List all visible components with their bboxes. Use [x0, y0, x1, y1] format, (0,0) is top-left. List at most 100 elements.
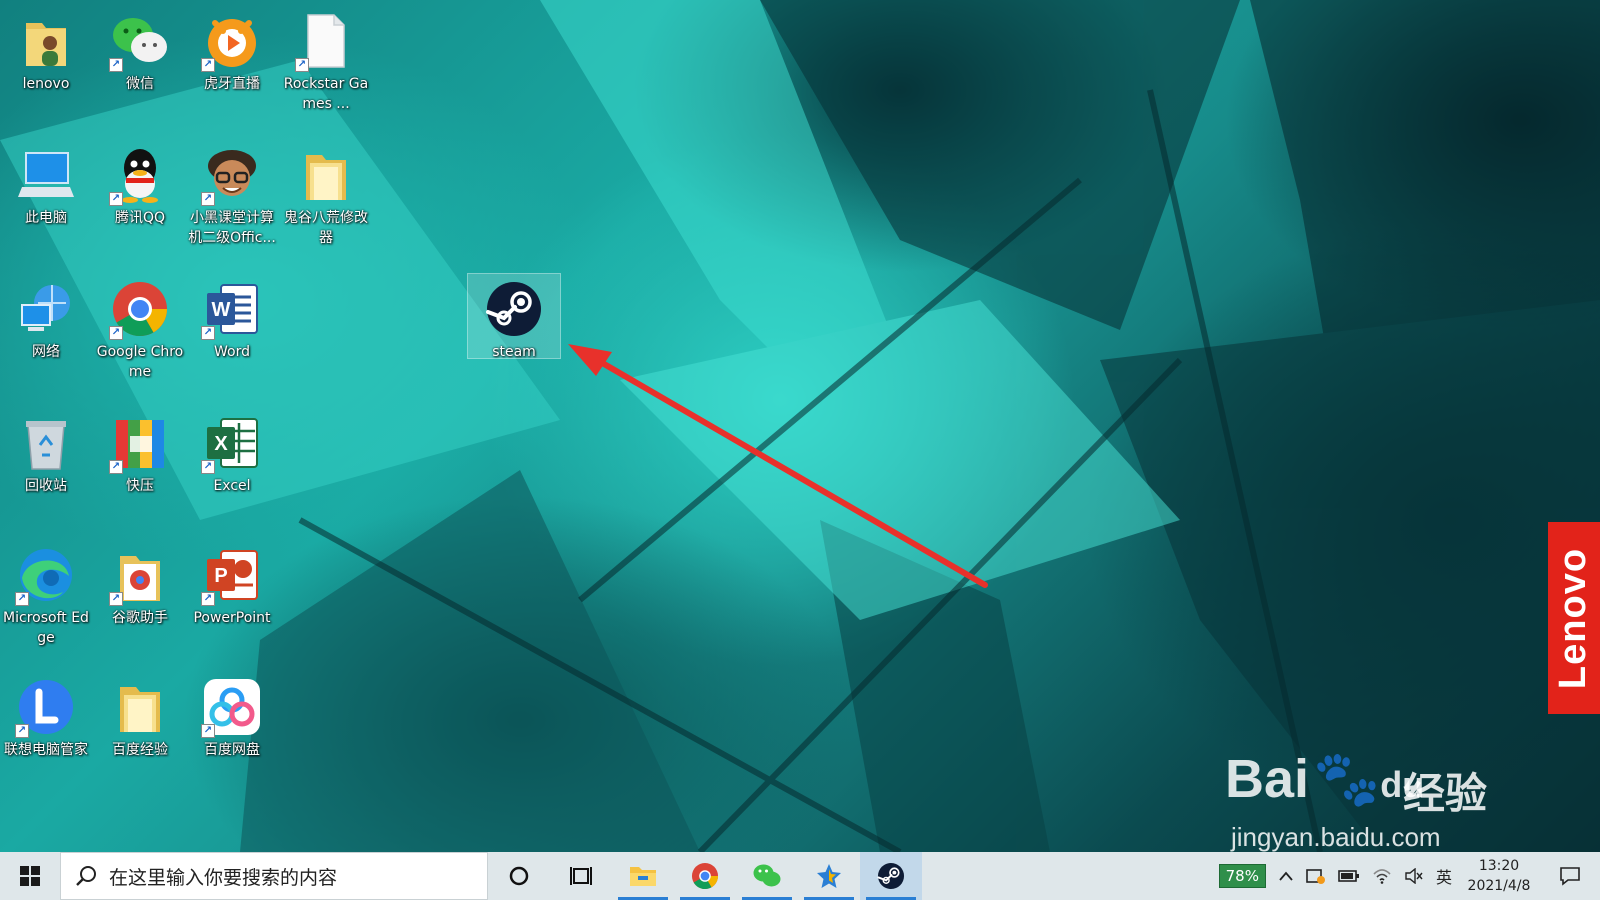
tray-volume[interactable] [1398, 852, 1430, 900]
document-icon: ↗ [295, 12, 355, 72]
paw-icon: 🐾 [1313, 749, 1381, 809]
lenovo-manager-icon: ↗ [15, 678, 75, 738]
shortcut-arrow-icon: ↗ [201, 592, 215, 606]
desktop-icon-label: Microsoft Edge [3, 610, 89, 646]
desktop-icon-recycle-bin[interactable]: 回收站 [0, 408, 92, 536]
desktop-icon-powerpoint[interactable]: P ↗ PowerPoint [186, 540, 278, 668]
desktop-icon-baidu-netdisk[interactable]: ↗ 百度网盘 [186, 672, 278, 800]
desktop-icon-label: 微信 [126, 76, 154, 92]
cartoon-avatar-icon: ↗ [201, 146, 261, 206]
desktop-icon-baidu-jingyan[interactable]: 百度经验 [94, 672, 186, 800]
tray-battery[interactable] [1332, 852, 1366, 900]
input-method-text: 英 [1435, 868, 1452, 887]
desktop-icon-huya[interactable]: ↗ 虎牙直播 [186, 6, 278, 134]
recycle-bin-icon [17, 414, 75, 472]
steam-icon [877, 862, 905, 890]
wechat-icon: ↗ [109, 12, 169, 72]
cortana-circle-icon [509, 866, 529, 886]
desktop-icon-this-pc[interactable]: 此电脑 [0, 140, 92, 268]
desktop-icon-label: 快压 [126, 478, 154, 494]
desktop-icon-lenovo-manager[interactable]: ↗ 联想电脑管家 [0, 672, 92, 800]
battery-percent-text: 78% [1218, 864, 1266, 888]
desktop-icon-tencent-qq[interactable]: ↗ 腾讯QQ [94, 140, 186, 268]
taskbar-chrome[interactable] [674, 852, 736, 900]
shortcut-arrow-icon: ↗ [109, 592, 123, 606]
volume-muted-icon [1405, 868, 1423, 884]
network-icon [17, 280, 75, 338]
battery-icon [1338, 870, 1359, 882]
baidu-jingyan-watermark: Bai🐾du 经验 jingyan.baidu.com [1225, 730, 1525, 855]
user-folder-icon [17, 12, 75, 70]
folder-icon [111, 678, 169, 736]
desktop-icon-wechat[interactable]: ↗ 微信 [94, 6, 186, 134]
taskbar-star-app[interactable] [798, 852, 860, 900]
desktop-icon-label: Excel [213, 478, 251, 494]
desktop-icon-microsoft-edge[interactable]: ↗ Microsoft Edge [0, 540, 92, 668]
shortcut-arrow-icon: ↗ [15, 592, 29, 606]
desktop-icon-label: 百度网盘 [204, 742, 260, 758]
svg-text:X: X [214, 433, 228, 455]
shortcut-arrow-icon: ↗ [201, 724, 215, 738]
desktop-icon-xiaohei-course[interactable]: ↗ 小黑课堂计算机二级Offic... [186, 140, 278, 268]
lenovo-brand-tag: Lenovo [1548, 522, 1600, 714]
shortcut-arrow-icon: ↗ [109, 460, 123, 474]
desktop-icon-label: Rockstar Games ... [283, 76, 369, 112]
qq-icon: ↗ [109, 146, 169, 206]
taskbar-file-explorer[interactable] [612, 852, 674, 900]
computer-icon [17, 146, 75, 204]
star-app-icon [817, 864, 841, 888]
folder-icon [297, 146, 355, 204]
desktop-icon-label: 百度经验 [112, 742, 168, 758]
chrome-icon: ↗ [109, 280, 169, 340]
search-icon [76, 866, 96, 886]
tray-wifi[interactable] [1366, 852, 1398, 900]
desktop-icon-label: 腾讯QQ [114, 210, 166, 226]
wechat-icon [753, 864, 781, 887]
start-button[interactable] [0, 852, 60, 900]
desktop-icon-label: 此电脑 [25, 210, 67, 226]
shortcut-arrow-icon: ↗ [15, 724, 29, 738]
tray-input-method[interactable]: 英 [1430, 852, 1458, 900]
desktop-icon-kuaiya[interactable]: ↗ 快压 [94, 408, 186, 536]
desktop-icon-excel[interactable]: X ↗ Excel [186, 408, 278, 536]
svg-text:P: P [214, 565, 227, 587]
desktop-icon-label: 小黑课堂计算机二级Offic... [188, 210, 276, 246]
cortana-button[interactable] [488, 852, 550, 900]
desktop-icon-lenovo[interactable]: lenovo [0, 6, 92, 134]
shortcut-arrow-icon: ↗ [201, 192, 215, 206]
shortcut-arrow-icon: ↗ [109, 58, 123, 72]
lenovo-brand-text: Lenovo [1552, 547, 1595, 689]
desktop-icon-guigu-modifier[interactable]: 鬼谷八荒修改器 [280, 140, 372, 268]
shortcut-arrow-icon: ↗ [201, 326, 215, 340]
kuaiya-icon: ↗ [109, 414, 169, 474]
word-icon: W ↗ [201, 280, 261, 340]
taskbar: 在这里输入你要搜索的内容 78% 英 13:20 2021/4/8 [0, 852, 1600, 900]
notification-center-button[interactable] [1540, 852, 1600, 900]
taskbar-wechat[interactable] [736, 852, 798, 900]
desktop-icon-rockstar-games[interactable]: ↗ Rockstar Games ... [280, 6, 372, 134]
notification-icon [1560, 867, 1580, 886]
desktop-icon-label: steam [492, 344, 536, 360]
tray-app-icon[interactable] [1300, 852, 1332, 900]
desktop-icon-google-chrome[interactable]: ↗ Google Chrome [94, 274, 186, 402]
desktop-icon-label: 谷歌助手 [112, 610, 168, 626]
chevron-up-icon [1279, 871, 1293, 881]
desktop-icon-word[interactable]: W ↗ Word [186, 274, 278, 402]
taskbar-steam[interactable] [860, 852, 922, 900]
clock-date: 2021/4/8 [1467, 878, 1531, 894]
taskbar-search-box[interactable]: 在这里输入你要搜索的内容 [60, 852, 488, 900]
desktop-icon-google-helper[interactable]: ↗ 谷歌助手 [94, 540, 186, 668]
tray-clock[interactable]: 13:20 2021/4/8 [1458, 852, 1540, 900]
chrome-icon [691, 862, 719, 890]
powerpoint-icon: P ↗ [201, 546, 261, 606]
tray-battery-percent[interactable]: 78% [1213, 852, 1272, 900]
edge-icon: ↗ [15, 546, 75, 606]
tray-show-hidden[interactable] [1272, 852, 1300, 900]
watermark-jingyan-text: 经验 [1403, 769, 1488, 818]
desktop-icon-network[interactable]: 网络 [0, 274, 92, 402]
shortcut-arrow-icon: ↗ [109, 192, 123, 206]
task-view-button[interactable] [550, 852, 612, 900]
excel-icon: X ↗ [201, 414, 261, 474]
shortcut-arrow-icon: ↗ [201, 58, 215, 72]
desktop-icon-steam[interactable]: steam [467, 273, 561, 360]
